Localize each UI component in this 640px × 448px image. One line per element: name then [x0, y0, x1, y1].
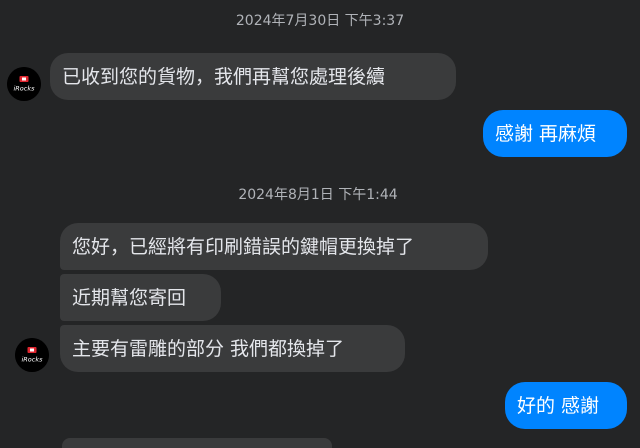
avatar-text: iRocks	[13, 85, 35, 93]
incoming-message[interactable]: 主要有雷雕的部分 我們都換掉了	[60, 325, 405, 372]
message-thread: 2024年7月30日 下午3:37 iRocks 已收到您的貨物，我們再幫您處理…	[0, 0, 640, 448]
irocks-logo-icon: iRocks	[7, 67, 41, 101]
incoming-message[interactable]: 您好，已經將有印刷錯誤的鍵帽更換掉了	[60, 223, 488, 270]
contact-avatar[interactable]: iRocks	[7, 67, 41, 101]
contact-avatar[interactable]: iRocks	[15, 338, 49, 372]
avatar-text: iRocks	[21, 356, 43, 364]
irocks-logo-icon: iRocks	[15, 338, 49, 372]
timestamp-divider: 2024年8月1日 下午1:44	[238, 187, 398, 203]
outgoing-message[interactable]: 好的 感謝	[505, 382, 627, 429]
incoming-message[interactable]: 近期幫您寄回	[60, 274, 221, 321]
outgoing-message[interactable]: 感謝 再麻煩	[483, 110, 627, 157]
incoming-message[interactable]: 已收到您的貨物，我們再幫您處理後續	[50, 53, 456, 100]
incoming-message-partial	[62, 438, 332, 448]
timestamp-divider: 2024年7月30日 下午3:37	[235, 13, 405, 29]
